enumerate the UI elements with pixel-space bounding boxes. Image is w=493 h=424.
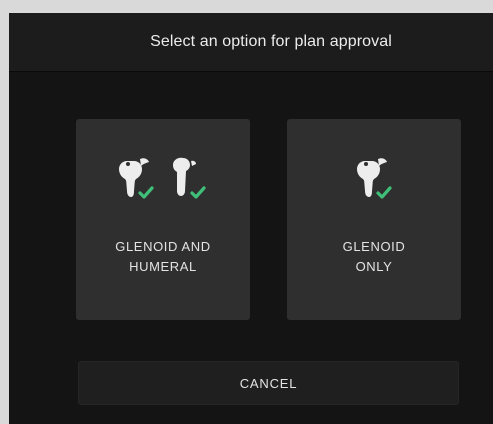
option-label-line1: GLENOID [342,239,406,254]
dialog-title: Select an option for plan approval [150,33,392,50]
option-glenoid-only-button[interactable]: GLENOID ONLY [287,119,461,320]
cancel-button-label: CANCEL [239,375,298,391]
plan-approval-dialog: Select an option for plan approval GLENO… [9,13,493,424]
window-frame: Select an option for plan approval GLENO… [0,0,493,424]
option-label: GLENOID ONLY [287,237,461,277]
dialog-header: Select an option for plan approval [9,13,493,72]
option-icons [287,155,461,205]
option-label-line2: HUMERAL [129,259,197,274]
cancel-button[interactable]: CANCEL [78,361,459,405]
option-label-line2: ONLY [355,259,393,274]
option-label-line1: GLENOID AND [115,239,211,254]
option-glenoid-and-humeral-button[interactable]: GLENOID AND HUMERAL [76,119,250,320]
option-label: GLENOID AND HUMERAL [76,237,250,277]
glenoid-bone-icon [351,155,397,205]
glenoid-bone-icon [113,155,159,205]
option-icons [76,155,250,205]
humeral-bone-icon [167,155,213,205]
